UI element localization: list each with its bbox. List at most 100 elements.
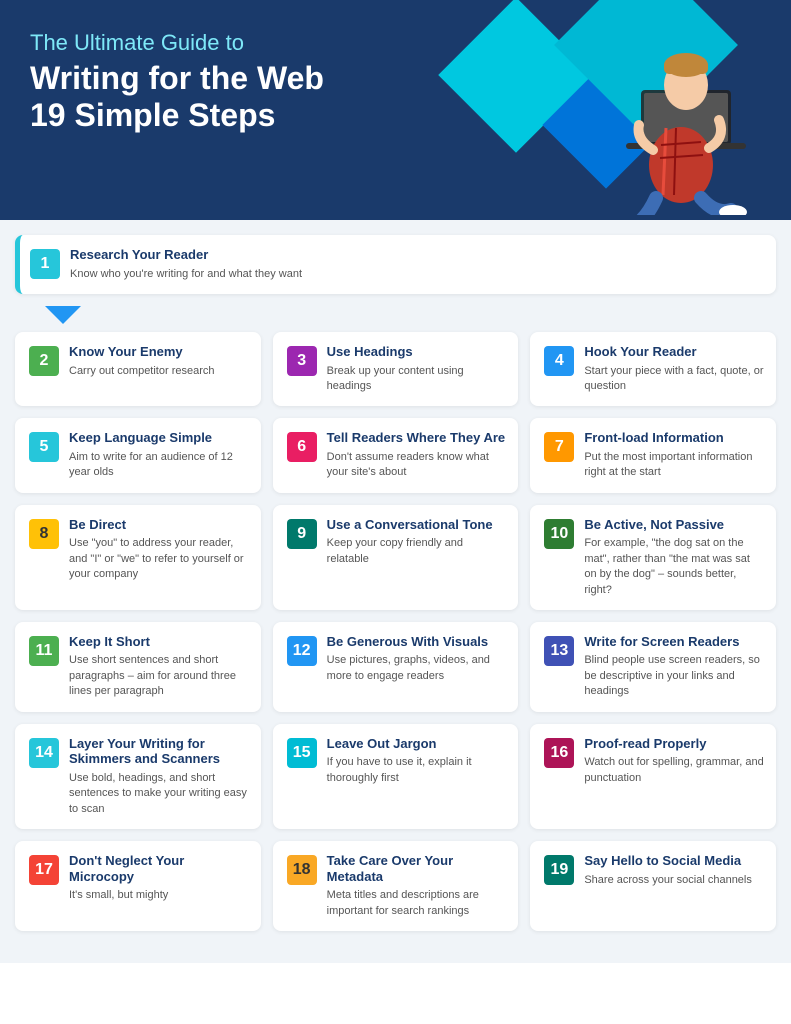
card-body-11: Keep It Short Use short sentences and sh… xyxy=(69,634,249,700)
card-desc-10: For example, "the dog sat on the mat", r… xyxy=(584,536,764,598)
card-body-10: Be Active, Not Passive For example, "the… xyxy=(584,517,764,598)
card-17: 17 Don't Neglect Your Microcopy It's sma… xyxy=(15,841,261,931)
card-19: 19 Say Hello to Social Media Share acros… xyxy=(530,841,776,931)
card-11: 11 Keep It Short Use short sentences and… xyxy=(15,622,261,712)
card-16: 16 Proof-read Properly Watch out for spe… xyxy=(530,724,776,829)
card-body-7: Front-load Information Put the most impo… xyxy=(584,430,764,480)
card-15: 15 Leave Out Jargon If you have to use i… xyxy=(273,724,519,829)
card-body-3: Use Headings Break up your content using… xyxy=(327,344,507,394)
content-area: 1 Research Your Reader Know who you're w… xyxy=(0,220,791,963)
card-desc-9: Keep your copy friendly and relatable xyxy=(327,536,507,567)
step-number-10: 10 xyxy=(544,519,574,549)
step-number-18: 18 xyxy=(287,855,317,885)
step-number-15: 15 xyxy=(287,738,317,768)
card-title-18: Take Care Over Your Metadata xyxy=(327,853,507,884)
step-number-3: 3 xyxy=(287,346,317,376)
card-desc-19: Share across your social channels xyxy=(584,873,752,888)
card-8: 8 Be Direct Use "you" to address your re… xyxy=(15,505,261,610)
card-desc-16: Watch out for spelling, grammar, and pun… xyxy=(584,755,764,786)
card-body-9: Use a Conversational Tone Keep your copy… xyxy=(327,517,507,567)
card-body-18: Take Care Over Your Metadata Meta titles… xyxy=(327,853,507,919)
card-5: 5 Keep Language Simple Aim to write for … xyxy=(15,418,261,492)
row-3: 5 Keep Language Simple Aim to write for … xyxy=(15,418,776,492)
card-desc-12: Use pictures, graphs, videos, and more t… xyxy=(327,653,507,684)
card-body-13: Write for Screen Readers Blind people us… xyxy=(584,634,764,700)
card-desc-15: If you have to use it, explain it thorou… xyxy=(327,755,507,786)
card-4: 4 Hook Your Reader Start your piece with… xyxy=(530,332,776,406)
step-number-4: 4 xyxy=(544,346,574,376)
card-9: 9 Use a Conversational Tone Keep your co… xyxy=(273,505,519,610)
card-desc-18: Meta titles and descriptions are importa… xyxy=(327,888,507,919)
card-1: 1 Research Your Reader Know who you're w… xyxy=(15,235,776,294)
step-number-9: 9 xyxy=(287,519,317,549)
card-14: 14 Layer Your Writing for Skimmers and S… xyxy=(15,724,261,829)
card-desc-8: Use "you" to address your reader, and "I… xyxy=(69,536,249,582)
step-number-7: 7 xyxy=(544,432,574,462)
step-number-8: 8 xyxy=(29,519,59,549)
card-body-8: Be Direct Use "you" to address your read… xyxy=(69,517,249,583)
card-7: 7 Front-load Information Put the most im… xyxy=(530,418,776,492)
card-desc-3: Break up your content using headings xyxy=(327,364,507,395)
card-desc-17: It's small, but mighty xyxy=(69,888,249,903)
card-desc-14: Use bold, headings, and short sentences … xyxy=(69,771,249,817)
card-title-4: Hook Your Reader xyxy=(584,344,764,360)
card-12: 12 Be Generous With Visuals Use pictures… xyxy=(273,622,519,712)
card-body-17: Don't Neglect Your Microcopy It's small,… xyxy=(69,853,249,904)
card-body-4: Hook Your Reader Start your piece with a… xyxy=(584,344,764,394)
step-number-11: 11 xyxy=(29,636,59,666)
step-number-2: 2 xyxy=(29,346,59,376)
card-title-16: Proof-read Properly xyxy=(584,736,764,752)
row-7: 17 Don't Neglect Your Microcopy It's sma… xyxy=(15,841,776,931)
card-title-19: Say Hello to Social Media xyxy=(584,853,752,869)
card-10: 10 Be Active, Not Passive For example, "… xyxy=(530,505,776,610)
step-number-19: 19 xyxy=(544,855,574,885)
card-13: 13 Write for Screen Readers Blind people… xyxy=(530,622,776,712)
card-title-8: Be Direct xyxy=(69,517,249,533)
card-title-5: Keep Language Simple xyxy=(69,430,249,446)
card-title-3: Use Headings xyxy=(327,344,507,360)
person-illustration xyxy=(531,5,781,215)
step-number-14: 14 xyxy=(29,738,59,768)
step-number-5: 5 xyxy=(29,432,59,462)
card-body-5: Keep Language Simple Aim to write for an… xyxy=(69,430,249,480)
step-number-16: 16 xyxy=(544,738,574,768)
card-title-17: Don't Neglect Your Microcopy xyxy=(69,853,249,884)
card-title-9: Use a Conversational Tone xyxy=(327,517,507,533)
row-4: 8 Be Direct Use "you" to address your re… xyxy=(15,505,776,610)
card-18: 18 Take Care Over Your Metadata Meta tit… xyxy=(273,841,519,931)
card-body-19: Say Hello to Social Media Share across y… xyxy=(584,853,752,888)
card-body-2: Know Your Enemy Carry out competitor res… xyxy=(69,344,215,379)
card-title-14: Layer Your Writing for Skimmers and Scan… xyxy=(69,736,249,767)
card-title-12: Be Generous With Visuals xyxy=(327,634,507,650)
row-5: 11 Keep It Short Use short sentences and… xyxy=(15,622,776,712)
card-title-13: Write for Screen Readers xyxy=(584,634,764,650)
card-title-10: Be Active, Not Passive xyxy=(584,517,764,533)
card-title-1: Research Your Reader xyxy=(70,247,302,263)
card-title-2: Know Your Enemy xyxy=(69,344,215,360)
header: The Ultimate Guide to Writing for the We… xyxy=(0,0,791,220)
card-body-16: Proof-read Properly Watch out for spelli… xyxy=(584,736,764,786)
arrow-down xyxy=(45,306,81,324)
card-3: 3 Use Headings Break up your content usi… xyxy=(273,332,519,406)
card-desc-11: Use short sentences and short paragraphs… xyxy=(69,653,249,699)
card-body-14: Layer Your Writing for Skimmers and Scan… xyxy=(69,736,249,817)
row-6: 14 Layer Your Writing for Skimmers and S… xyxy=(15,724,776,829)
arrow-connector xyxy=(15,306,776,324)
card-desc-4: Start your piece with a fact, quote, or … xyxy=(584,364,764,395)
card-desc-7: Put the most important information right… xyxy=(584,450,764,481)
row-1: 1 Research Your Reader Know who you're w… xyxy=(15,235,776,294)
card-desc-1: Know who you're writing for and what the… xyxy=(70,267,302,282)
card-title-7: Front-load Information xyxy=(584,430,764,446)
card-2: 2 Know Your Enemy Carry out competitor r… xyxy=(15,332,261,406)
card-desc-5: Aim to write for an audience of 12 year … xyxy=(69,450,249,481)
row-2: 2 Know Your Enemy Carry out competitor r… xyxy=(15,332,776,406)
step-number-1: 1 xyxy=(30,249,60,279)
card-title-15: Leave Out Jargon xyxy=(327,736,507,752)
card-title-11: Keep It Short xyxy=(69,634,249,650)
card-desc-6: Don't assume readers know what your site… xyxy=(327,450,507,481)
card-body-1: Research Your Reader Know who you're wri… xyxy=(70,247,302,282)
card-body-12: Be Generous With Visuals Use pictures, g… xyxy=(327,634,507,684)
card-desc-13: Blind people use screen readers, so be d… xyxy=(584,653,764,699)
step-number-6: 6 xyxy=(287,432,317,462)
card-body-6: Tell Readers Where They Are Don't assume… xyxy=(327,430,507,480)
